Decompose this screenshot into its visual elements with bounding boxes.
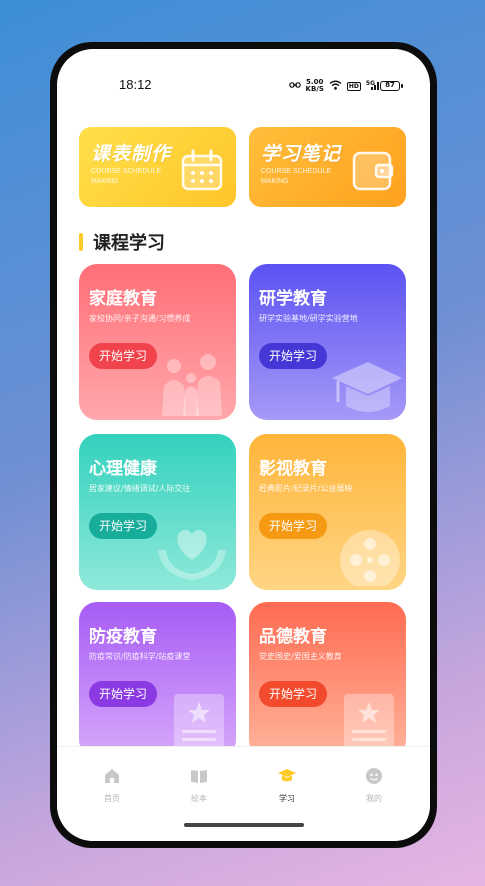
study-notes-card[interactable]: 学习笔记 COURSE SCHEDULE MAKING xyxy=(249,127,406,207)
start-learning-button[interactable]: 开始学习 xyxy=(89,513,158,539)
app-screen: 18:12 5.00 KB/S HD 5G 87 课表制作 COURSE SCH… xyxy=(57,49,430,841)
tab-label: 我的 xyxy=(366,794,382,803)
section-title: 课程学习 xyxy=(93,233,165,254)
wifi-icon xyxy=(329,80,342,93)
start-learning-button[interactable]: 开始学习 xyxy=(259,513,328,539)
profile-icon xyxy=(344,767,404,789)
course-card-family-education[interactable]: 家庭教育 家校协同/亲子沟通/习惯养成 开始学习 xyxy=(79,264,236,420)
course-title: 研学教育 xyxy=(259,289,327,309)
tab-label: 绘本 xyxy=(191,794,207,803)
tab-study[interactable]: 学习 xyxy=(257,767,317,804)
course-card-epidemic-education[interactable]: 防疫教育 防疫常识/防疫科学/站疫课堂 开始学习 xyxy=(79,602,236,758)
status-bar: 18:12 5.00 KB/S HD 5G 87 xyxy=(57,77,430,97)
course-subtitle: 党史国史/爱国主义教育 xyxy=(259,652,342,661)
study-notes-title: 学习笔记 xyxy=(261,143,342,165)
tab-mine[interactable]: 我的 xyxy=(344,767,404,804)
home-icon xyxy=(82,767,142,789)
course-subtitle: 防疫常识/防疫科学/站疫课堂 xyxy=(89,652,191,661)
course-schedule-title: 课表制作 xyxy=(91,143,172,165)
battery-icon: 87 xyxy=(380,81,403,91)
net-speed: 5.00 KB/S xyxy=(306,79,324,93)
course-title: 家庭教育 xyxy=(89,289,157,309)
heart-hands-icon xyxy=(152,520,232,590)
course-title: 防疫教育 xyxy=(89,627,157,647)
section-accent-bar xyxy=(79,233,83,251)
course-card-research-education[interactable]: 研学教育 研学实验基地/研学实验营地 开始学习 xyxy=(249,264,406,420)
course-schedule-subtitle: COURSE SCHEDULE MAKING xyxy=(91,168,162,185)
course-card-mental-health[interactable]: 心理健康 居家建议/情绪调试/人际交往 开始学习 xyxy=(79,434,236,590)
tab-picture-books[interactable]: 绘本 xyxy=(169,767,229,804)
study-notes-subtitle: COURSE SCHEDULE MAKING xyxy=(261,168,332,185)
course-subtitle: 居家建议/情绪调试/人际交往 xyxy=(89,484,191,493)
bottom-tab-bar: 首页 绘本 学习 我的 xyxy=(57,746,430,841)
start-learning-button[interactable]: 开始学习 xyxy=(89,343,158,369)
status-icons: 5.00 KB/S HD 5G 87 xyxy=(288,79,403,93)
section-header: 课程学习 xyxy=(79,229,165,255)
start-learning-button[interactable]: 开始学习 xyxy=(259,343,328,369)
course-title: 品德教育 xyxy=(259,627,327,647)
wallet-icon xyxy=(350,149,396,197)
start-learning-button[interactable]: 开始学习 xyxy=(259,681,328,707)
course-card-film-education[interactable]: 影视教育 经典影片/纪录片/公益展映 开始学习 xyxy=(249,434,406,590)
film-reel-icon xyxy=(326,520,402,590)
graduation-cap-icon xyxy=(324,354,402,420)
link-icon xyxy=(288,81,301,92)
signal-label: 5G xyxy=(365,79,375,87)
course-title: 影视教育 xyxy=(259,459,327,479)
battery-level: 87 xyxy=(385,81,395,89)
family-icon xyxy=(152,346,232,420)
graduation-cap-icon xyxy=(257,767,317,789)
hd-badge: HD xyxy=(346,81,361,91)
course-subtitle: 家校协同/亲子沟通/习惯养成 xyxy=(89,314,191,323)
start-learning-button[interactable]: 开始学习 xyxy=(89,681,158,707)
tab-home[interactable]: 首页 xyxy=(82,767,142,804)
net-speed-unit: KB/S xyxy=(305,85,324,93)
tab-label: 学习 xyxy=(279,794,295,803)
home-indicator[interactable] xyxy=(183,823,304,827)
book-icon xyxy=(169,767,229,789)
calendar-icon xyxy=(180,149,226,197)
course-subtitle: 经典影片/纪录片/公益展映 xyxy=(259,484,353,493)
status-time: 18:12 xyxy=(119,77,152,92)
course-schedule-card[interactable]: 课表制作 COURSE SCHEDULE MAKING xyxy=(79,127,236,207)
course-card-moral-education[interactable]: 品德教育 党史国史/爱国主义教育 开始学习 xyxy=(249,602,406,758)
tab-label: 首页 xyxy=(104,794,120,803)
phone-frame: 18:12 5.00 KB/S HD 5G 87 课表制作 COURSE SCH… xyxy=(50,42,437,848)
course-title: 心理健康 xyxy=(89,459,157,479)
course-subtitle: 研学实验基地/研学实验营地 xyxy=(259,314,358,323)
